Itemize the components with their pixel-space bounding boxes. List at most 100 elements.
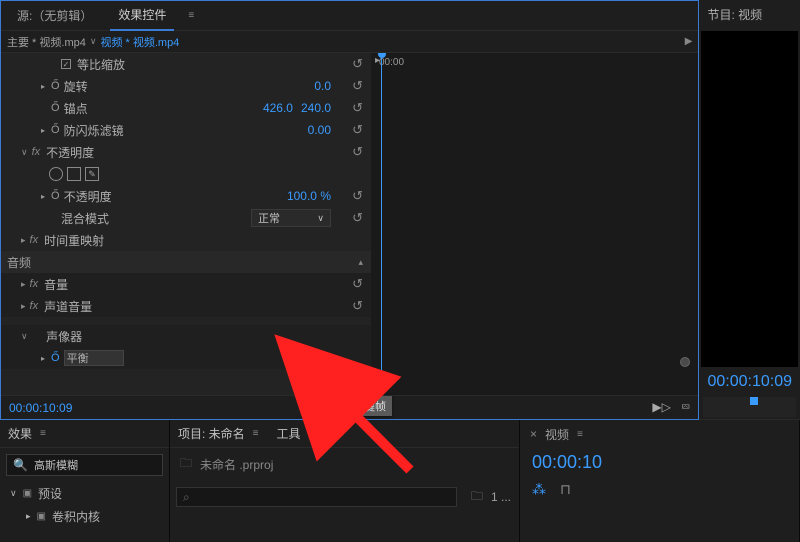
mask-rect-icon[interactable] — [67, 167, 81, 181]
program-title[interactable]: 节目: 视频 — [699, 0, 800, 29]
reset-icon[interactable]: ↺ — [352, 100, 363, 116]
disclosure-icon[interactable]: ▸ — [26, 511, 31, 522]
program-timecode[interactable]: 00:00:10:09 — [699, 369, 800, 395]
volume-section[interactable]: ▸ fx 音量 ↺ — [1, 273, 371, 295]
opacity-section-label: 不透明度 — [46, 144, 94, 161]
opacity-value[interactable]: 100.0 % — [287, 189, 331, 203]
channel-volume-label: 声道音量 — [44, 298, 92, 315]
disclosure-icon[interactable]: ▸ — [21, 301, 26, 312]
sequence-panel: × 视频 ≡ 00:00:10 ⁂ ⊓ — [520, 420, 800, 542]
balance-label[interactable]: 平衡 — [64, 350, 124, 366]
sequence-timecode[interactable]: 00:00:10 — [520, 448, 799, 477]
snap-icon[interactable]: ⁂ — [532, 481, 546, 498]
current-timecode[interactable]: 00:00:10:09 — [9, 401, 72, 415]
collapse-icon[interactable]: ∨ — [21, 331, 28, 342]
seq-clip-label[interactable]: 视频 * 视频.mp4 — [100, 34, 179, 50]
opacity-label: 不透明度 — [64, 188, 112, 205]
panel-menu-icon[interactable]: ≡ — [184, 10, 198, 21]
project-file-name: 未命名 .prproj — [200, 456, 273, 473]
effects-search-input[interactable] — [34, 459, 176, 471]
panel-menu-icon[interactable]: ≡ — [40, 428, 46, 439]
flicker-value[interactable]: 0.00 — [308, 123, 331, 137]
reset-icon[interactable]: ↺ — [352, 276, 363, 292]
loop-icon[interactable]: ▶▷ — [652, 400, 670, 415]
disclosure-icon[interactable]: ▸ — [41, 192, 45, 201]
play-icon[interactable]: ▶ — [685, 36, 693, 47]
mask-ellipse-icon[interactable] — [49, 167, 63, 181]
folder-icon: ▣ — [37, 511, 46, 522]
disclosure-icon[interactable]: ▸ — [41, 354, 45, 363]
panner-section[interactable]: ∨ fx 声像器 — [1, 325, 371, 347]
time-ruler[interactable]: ▸00:00 — [371, 53, 698, 73]
time-remap-section[interactable]: ▸ fx 时间重映射 — [1, 229, 371, 251]
preset-folder[interactable]: ∨ ▣ 预设 — [0, 482, 169, 505]
chevron-down-icon: ∨ — [317, 213, 324, 224]
rotation-value[interactable]: 0.0 — [314, 79, 331, 93]
reset-icon[interactable]: ↺ — [352, 56, 363, 72]
tools-tab[interactable]: 工具 — [277, 425, 301, 442]
reset-icon[interactable]: ↺ — [352, 78, 363, 94]
disclosure-icon[interactable]: ▸ — [41, 126, 45, 135]
mask-pen-icon[interactable]: ✎ — [85, 167, 99, 181]
fx-badge: fx — [30, 234, 39, 246]
reset-icon[interactable]: ↺ — [352, 188, 363, 204]
stopwatch-icon[interactable]: Ő — [51, 124, 60, 136]
stopwatch-icon[interactable]: Ő — [51, 102, 60, 114]
add-keyframe-icon[interactable]: ◇ — [312, 353, 320, 364]
stopwatch-active-icon[interactable]: Ő — [51, 352, 60, 364]
reset-icon[interactable]: ↺ — [352, 298, 363, 314]
search-icon: ⌕ — [183, 490, 190, 505]
anchor-y-value[interactable]: 240.0 — [301, 101, 331, 115]
flicker-label: 防闪烁滤镜 — [64, 122, 124, 139]
opacity-section[interactable]: ∨ fx 不透明度 ↺ — [1, 141, 371, 163]
convolution-label: 卷积内核 — [52, 508, 100, 525]
next-keyframe-icon[interactable]: ▶ — [324, 353, 331, 364]
anchor-x-value[interactable]: 426.0 — [263, 101, 293, 115]
panel-menu-icon[interactable]: ≡ — [577, 429, 583, 440]
stopwatch-icon[interactable]: Ő — [51, 80, 60, 92]
project-title[interactable]: 项目: 未命名 — [178, 425, 245, 442]
channel-volume-section[interactable]: ▸ fx 声道音量 ↺ — [1, 295, 371, 317]
project-search[interactable]: ⌕ — [176, 487, 457, 507]
time-remap-label: 时间重映射 — [44, 232, 104, 249]
reset-icon[interactable]: ↺ — [352, 144, 363, 160]
blend-row: 混合模式 正常 ∨ ↺ — [1, 207, 371, 229]
export-icon[interactable]: ⮹ — [681, 400, 691, 415]
reset-icon[interactable]: ↺ — [352, 122, 363, 138]
collapse-up-icon[interactable]: ▴ — [358, 257, 363, 268]
program-preview[interactable] — [701, 31, 798, 367]
collapse-icon[interactable]: ∨ — [21, 147, 28, 158]
collapse-icon[interactable]: ∨ — [10, 488, 17, 499]
disclosure-icon[interactable]: ▸ — [21, 235, 26, 246]
new-bin-icon[interactable]: 🗀 — [471, 487, 483, 508]
effects-title[interactable]: 效果 — [8, 425, 32, 442]
sequence-title[interactable]: 视频 — [545, 426, 569, 443]
convolution-folder[interactable]: ▸ ▣ 卷积内核 — [0, 505, 169, 528]
rotation-row: ▸ Ő 旋转 0.0 ↺ — [1, 75, 371, 97]
program-ruler[interactable] — [703, 397, 796, 417]
tab-effect-controls[interactable]: 效果控件 — [110, 0, 174, 31]
disclosure-icon[interactable]: ▸ — [21, 279, 26, 290]
bin-icon[interactable]: 🗀 — [180, 454, 192, 475]
reset-icon[interactable]: ↺ — [352, 210, 363, 226]
stopwatch-icon[interactable]: Ő — [51, 190, 60, 202]
tab-source[interactable]: 源:（无剪辑） — [9, 1, 100, 30]
checkbox-icon[interactable]: ✓ — [61, 59, 71, 69]
magnet-icon[interactable]: ⊓ — [560, 481, 571, 498]
caret-icon[interactable]: ∨ — [90, 36, 97, 47]
audio-header-label: 音频 — [7, 254, 31, 271]
panel-menu-icon[interactable]: ≡ — [253, 428, 259, 439]
close-icon[interactable]: × — [530, 427, 537, 441]
tooltip: 转到下一关键帧 — [303, 396, 392, 416]
keyframe-diamond[interactable] — [376, 371, 387, 382]
prev-keyframe-icon[interactable]: ◀ — [301, 353, 308, 364]
blend-value: 正常 — [258, 210, 280, 226]
blend-dropdown[interactable]: 正常 ∨ — [251, 209, 331, 227]
fx-badge[interactable]: fx — [32, 146, 41, 158]
keyframe-timeline[interactable]: ▸00:00 — [371, 53, 698, 395]
effects-search[interactable]: 🔍 × — [6, 454, 163, 476]
playhead[interactable] — [381, 53, 382, 395]
program-playhead[interactable] — [750, 397, 758, 405]
disclosure-icon[interactable]: ▸ — [41, 82, 45, 91]
blend-label: 混合模式 — [61, 210, 109, 227]
